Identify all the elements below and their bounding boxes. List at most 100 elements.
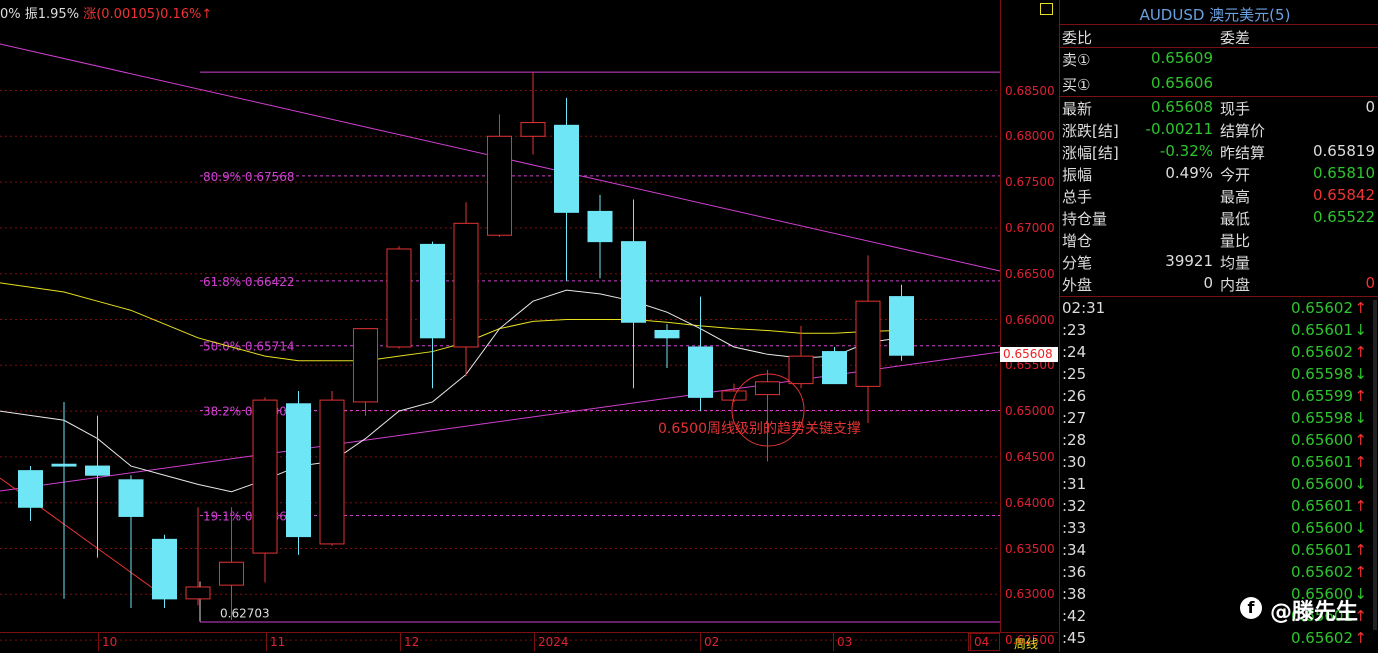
tick-row: :24 0.65602 ↑ — [1060, 343, 1378, 365]
quote-label: 今开 — [1220, 166, 1251, 184]
quote-label: 增仓 — [1062, 232, 1093, 250]
instrument-title[interactable]: AUDUSD 澳元美元(5) — [1060, 4, 1370, 25]
x-tick-label: 12 — [404, 635, 420, 649]
tick-row: :36 0.65602 ↑ — [1060, 563, 1378, 585]
quote-label: 结算价 — [1220, 122, 1266, 140]
tick-row: :30 0.65601 ↑ — [1060, 453, 1378, 475]
tick-price: 0.65602 — [1290, 299, 1353, 317]
x-tick-mark — [700, 633, 701, 651]
quote-row: 涨幅[结] -0.32% 昨结算 0.65819 — [1060, 142, 1378, 164]
tick-price: 0.65601 — [1290, 541, 1353, 559]
quote-row: 卖① 0.65609 — [1060, 49, 1378, 71]
quote-label: 最新 — [1062, 100, 1093, 118]
tick-time: 02:31 — [1062, 299, 1106, 317]
quote-label: 涨幅[结] — [1062, 144, 1119, 162]
tick-price: 0.65601 — [1290, 321, 1353, 339]
x-tick-mark — [98, 633, 99, 651]
tick-row: :33 0.65600 ↓ — [1060, 519, 1378, 541]
tick-time: :34 — [1062, 541, 1087, 559]
quote-label: 买① — [1062, 76, 1091, 94]
status-change: 涨(0.00105)0.16%↑ — [83, 7, 213, 22]
quote-label: 最低 — [1220, 210, 1251, 228]
arrow-down-icon: ↓ — [1354, 475, 1367, 493]
quote-value: 0 — [1365, 98, 1375, 116]
arrow-up-icon: ↑ — [1354, 541, 1367, 559]
tick-time: :26 — [1062, 387, 1087, 405]
y-tick-label: 0.64500 — [1005, 449, 1055, 464]
quote-label: 内盘 — [1220, 276, 1251, 294]
y-tick-label: 0.66500 — [1005, 266, 1055, 281]
candle-up — [386, 248, 412, 348]
tick-row: :45 0.65602 ↑ — [1060, 629, 1378, 651]
quote-value: -0.32% — [1159, 142, 1213, 160]
quote-label: 外盘 — [1062, 276, 1093, 294]
price-axis: 0.68500 0.68000 0.67500 0.67000 0.66500 0.660… — [1000, 0, 1059, 647]
tick-price: 0.65602 — [1290, 343, 1353, 361]
tick-price: 0.65600 — [1290, 519, 1353, 537]
divider — [1060, 47, 1378, 48]
quote-row: 外盘 0 内盘 0 — [1060, 274, 1378, 296]
tick-time: :38 — [1062, 585, 1087, 603]
candle-down — [889, 296, 914, 356]
candle-up — [252, 399, 278, 554]
quote-label: 委比 — [1062, 29, 1093, 47]
facebook-icon: f — [1240, 597, 1262, 619]
divider — [1060, 296, 1378, 297]
arrow-down-icon: ↓ — [1354, 321, 1367, 339]
tick-row: :25 0.65598 ↓ — [1060, 365, 1378, 387]
candle-down — [621, 241, 646, 323]
quote-value: 0.65609 — [1150, 49, 1213, 67]
quote-row: 持仓量 最低 0.65522 — [1060, 208, 1378, 230]
quote-row: 买① 0.65606 — [1060, 74, 1378, 96]
arrow-up-icon: ↑ — [1354, 343, 1367, 361]
quote-row: 委比 委差 — [1060, 27, 1378, 49]
candle-up — [185, 586, 211, 600]
tick-row: :31 0.65600 ↓ — [1060, 475, 1378, 497]
tick-price: 0.65602 — [1290, 629, 1353, 647]
quote-value: 0.65810 — [1312, 164, 1375, 182]
tick-price: 0.65600 — [1290, 475, 1353, 493]
quote-value: 0.65842 — [1312, 186, 1375, 204]
x-tick-mark — [400, 633, 401, 651]
divider — [1060, 24, 1378, 25]
quote-label: 涨跌[结] — [1062, 122, 1119, 140]
tick-time: :31 — [1062, 475, 1087, 493]
tick-row: 02:31 0.65602 ↑ — [1060, 299, 1378, 321]
tick-time: :42 — [1062, 607, 1087, 625]
arrow-up-icon: ↑ — [1354, 453, 1367, 471]
time-axis: 10 11 12 2024 02 03 04 — [0, 632, 1058, 653]
candle-down — [152, 538, 177, 600]
support-annotation: 0.6500周线级别的趋势关键支撑 — [658, 421, 861, 437]
candle-down — [554, 124, 579, 213]
tick-scrollbar[interactable] — [1373, 300, 1377, 630]
period-tab[interactable] — [968, 633, 1000, 651]
x-tick-label: 03 — [837, 635, 853, 649]
candle-down — [587, 210, 613, 243]
x-tick-mark — [266, 633, 267, 651]
candle-down — [51, 463, 77, 467]
quote-value: 0 — [1203, 274, 1213, 292]
axis-toggle-icon[interactable] — [1040, 3, 1053, 15]
candle-up — [487, 135, 512, 236]
candle-up — [855, 300, 881, 387]
x-tick-label: 02 — [704, 635, 720, 649]
candle-down — [118, 479, 144, 517]
y-tick-label: 0.67500 — [1005, 175, 1055, 190]
fib-label: 38.2% 0.65006 — [203, 405, 295, 419]
quote-row: 增仓 量比 — [1060, 230, 1378, 252]
quote-label: 昨结算 — [1220, 144, 1266, 162]
quote-label: 总手 — [1062, 188, 1093, 206]
fib-label: 80.9% 0.67568 — [203, 170, 295, 184]
quote-label: 现手 — [1220, 100, 1251, 118]
quote-row: 总手 最高 0.65842 — [1060, 186, 1378, 208]
candle-up — [319, 399, 345, 545]
tick-row: :23 0.65601 ↓ — [1060, 321, 1378, 343]
period-label[interactable]: 周线 — [1014, 635, 1038, 652]
tick-price: 0.65599 — [1290, 387, 1353, 405]
candle-down — [286, 403, 311, 538]
y-tick-label: 0.64000 — [1005, 495, 1055, 510]
candle-up — [353, 328, 378, 403]
candle-up — [755, 381, 780, 396]
fib-label: 19.1% 0.63860 — [203, 510, 295, 524]
candlestick-chart[interactable]: 0.62703 80.9% 0.6756861.8% 0.6642250.0% … — [0, 0, 1000, 652]
